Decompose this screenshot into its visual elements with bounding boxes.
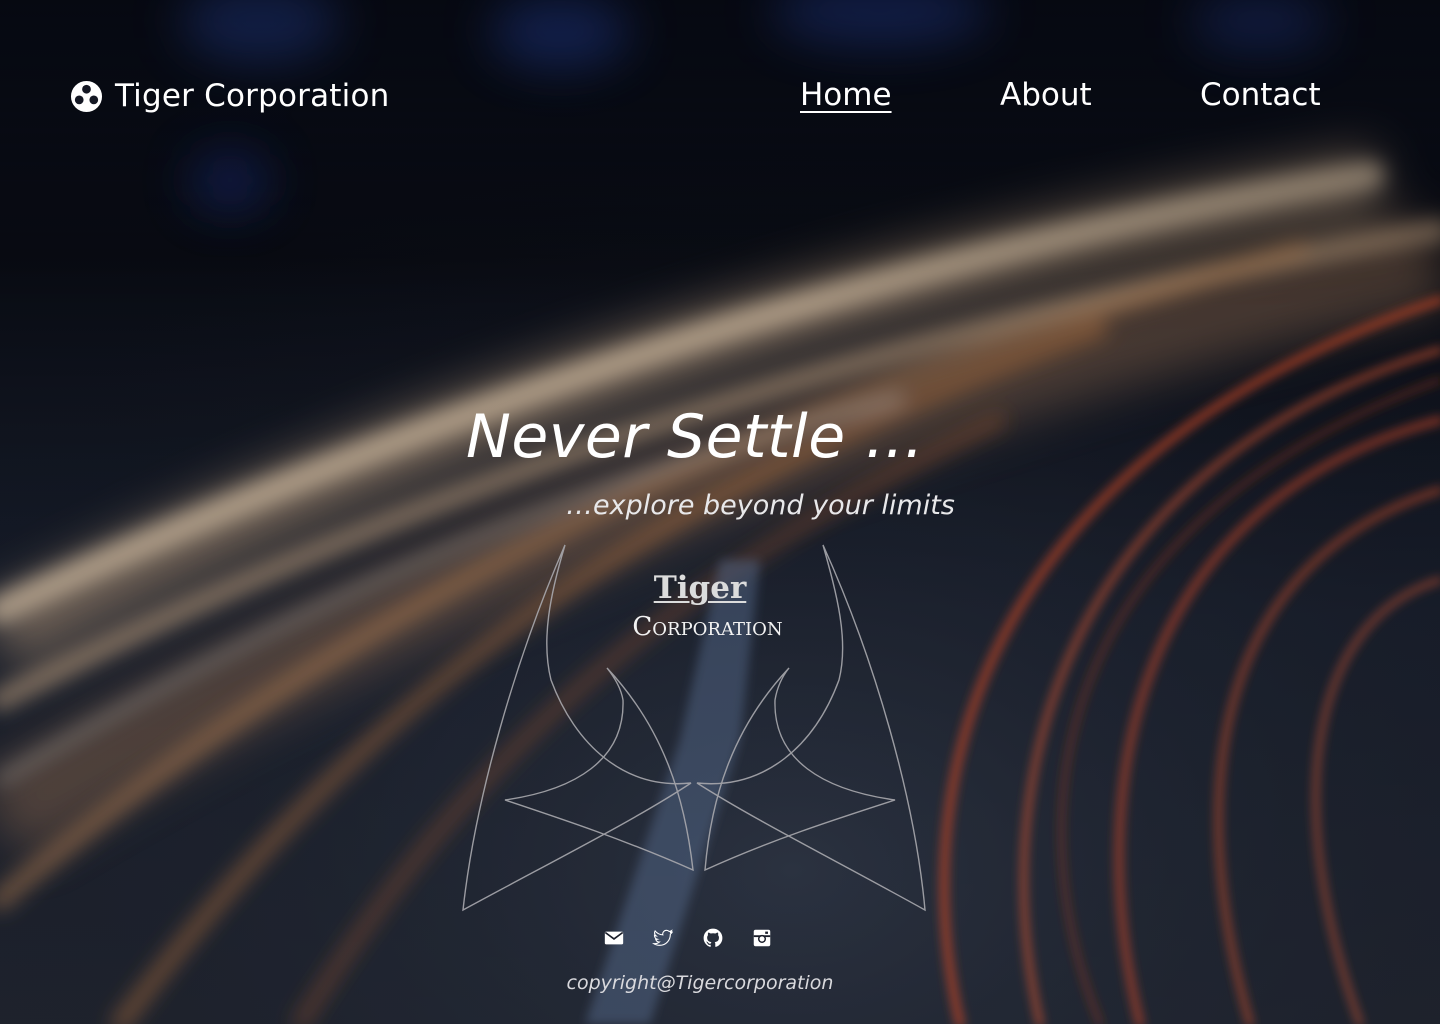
copyright-text: copyright@Tigercorporation bbox=[566, 972, 834, 994]
dots-circle-icon bbox=[70, 80, 103, 112]
github-icon[interactable] bbox=[702, 927, 724, 949]
social-links bbox=[603, 927, 783, 951]
hero-subtitle: …explore beyond your limits bbox=[566, 490, 955, 521]
landing-page: Tiger Corporation Home About Contact Nev… bbox=[0, 0, 1440, 1024]
nav-home-link[interactable]: Home bbox=[800, 74, 892, 116]
nav-contact-link[interactable]: Contact bbox=[1200, 74, 1321, 116]
logo-wordmark-corporation: Corporation bbox=[632, 612, 783, 642]
brand-home-link[interactable]: Tiger Corporation bbox=[70, 74, 389, 118]
top-navigation: Tiger Corporation Home About Contact bbox=[0, 0, 1440, 190]
hero-title: Never Settle ... bbox=[466, 402, 924, 472]
logo-wordmark-tiger: Tiger bbox=[653, 570, 747, 606]
twitter-icon[interactable] bbox=[652, 927, 674, 949]
nav-about-link[interactable]: About bbox=[1000, 74, 1092, 116]
brand-name: Tiger Corporation bbox=[115, 78, 390, 114]
instagram-icon[interactable] bbox=[751, 927, 773, 949]
mail-icon[interactable] bbox=[603, 927, 625, 949]
